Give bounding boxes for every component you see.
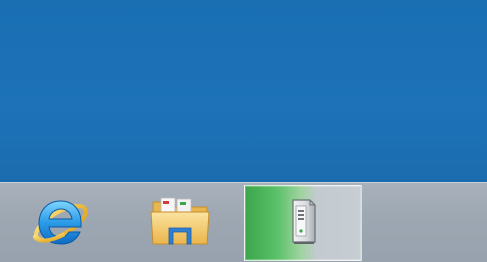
file-explorer-folder-icon	[147, 192, 213, 254]
file-explorer-taskbar-button[interactable]	[124, 185, 236, 261]
internet-explorer-icon	[29, 193, 91, 253]
server-tower-icon	[286, 196, 320, 250]
desktop-background[interactable]	[0, 0, 487, 182]
internet-explorer-taskbar-button[interactable]	[4, 185, 116, 261]
screen	[0, 0, 487, 262]
taskbar	[0, 182, 487, 262]
server-manager-taskbar-button[interactable]	[244, 185, 362, 261]
